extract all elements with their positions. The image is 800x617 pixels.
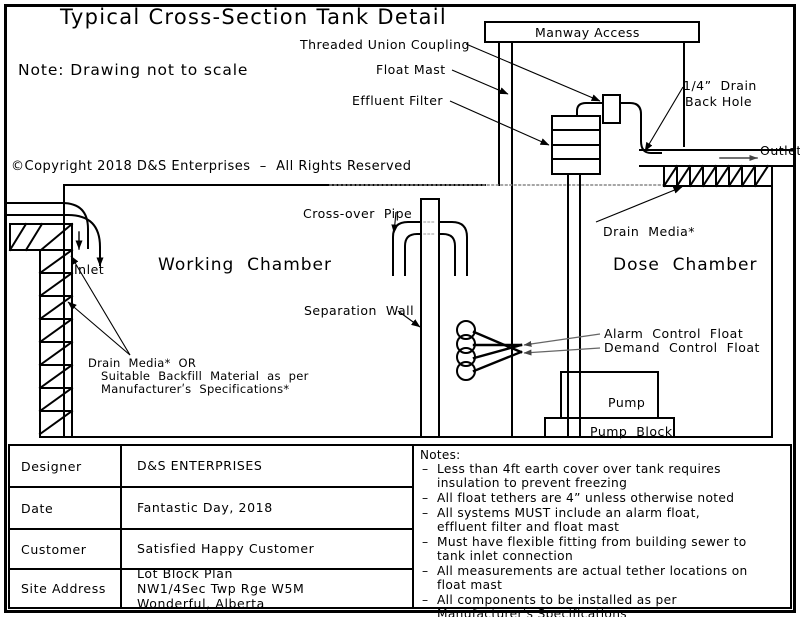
field-label-customer: Customer — [10, 530, 122, 568]
label-separation-wall: Separation Wall — [304, 303, 415, 318]
list-item: Less than 4ft earth cover over tank requ… — [420, 462, 784, 490]
label-outlet: Outlet — [760, 143, 800, 158]
label-working-chamber: Working Chamber — [158, 255, 333, 275]
label-inlet: Inlet — [74, 262, 105, 277]
notes-panel: Notes: Less than 4ft earth cover over ta… — [414, 446, 790, 617]
field-value-customer: Satisfied Happy Customer — [137, 541, 315, 557]
table-row: Customer Satisfied Happy Customer — [10, 530, 412, 570]
label-float-mast: Float Mast — [376, 62, 446, 77]
table-row: Date Fantastic Day, 2018 — [10, 488, 412, 530]
label-cross-over-pipe: Cross-over Pipe — [303, 206, 413, 221]
table-row: Site Address Lot Block Plan NW1/4Sec Twp… — [10, 565, 412, 612]
copyright-notice: ©Copyright 2018 D&S Enterprises – All Ri… — [11, 159, 412, 174]
label-dose-chamber: Dose Chamber — [613, 255, 758, 275]
label-threaded-union-coupling: Threaded Union Coupling — [300, 37, 470, 52]
label-manway-access: Manway Access — [535, 25, 640, 40]
label-drain-media-left-line1: Drain Media* OR — [88, 356, 197, 370]
list-item: All systems MUST include an alarm float,… — [420, 506, 784, 534]
notes-list: Less than 4ft earth cover over tank requ… — [420, 462, 784, 617]
list-item: All components to be installed as per Ma… — [420, 593, 784, 617]
field-value-date: Fantastic Day, 2018 — [137, 500, 273, 516]
title-block: Designer D&S ENTERPRISES Date Fantastic … — [8, 444, 792, 617]
label-alarm-control-float: Alarm Control Float — [604, 326, 744, 341]
field-value-designer: D&S ENTERPRISES — [137, 458, 263, 474]
label-drain-back-hole-line2: Back Hole — [685, 94, 753, 109]
page-title: Typical Cross-Section Tank Detail — [60, 5, 448, 29]
field-label-designer: Designer — [10, 446, 122, 486]
drawing-page: Typical Cross-Section Tank Detail Note: … — [0, 0, 800, 617]
title-block-fields: Designer D&S ENTERPRISES Date Fantastic … — [10, 446, 414, 612]
label-drain-media-left-line2: Suitable Backfill Material as per — [101, 369, 309, 383]
label-drain-back-hole-line1: 1/4ˮ Drain — [683, 78, 757, 93]
label-pump-block: Pump Block — [590, 424, 673, 439]
label-drain-media-left-line3: Manufacturerʹs Specifications* — [101, 382, 290, 396]
label-pump: Pump — [608, 395, 646, 410]
list-item: All float tethers are 4ˮ unless otherwis… — [420, 491, 784, 505]
list-item: Must have flexible fitting from building… — [420, 535, 784, 563]
label-demand-control-float: Demand Control Float — [604, 340, 760, 355]
field-label-date: Date — [10, 488, 122, 528]
label-effluent-filter: Effluent Filter — [352, 93, 444, 108]
scale-note: Note: Drawing not to scale — [18, 61, 249, 79]
label-drain-media-right: Drain Media* — [603, 224, 696, 239]
notes-heading: Notes: — [420, 448, 461, 462]
field-value-site-address: Lot Block Plan NW1/4Sec Twp Rge W5M Wond… — [137, 565, 305, 612]
table-row: Designer D&S ENTERPRISES — [10, 446, 412, 488]
list-item: All measurements are actual tether locat… — [420, 564, 784, 592]
field-label-site-address: Site Address — [10, 570, 122, 607]
